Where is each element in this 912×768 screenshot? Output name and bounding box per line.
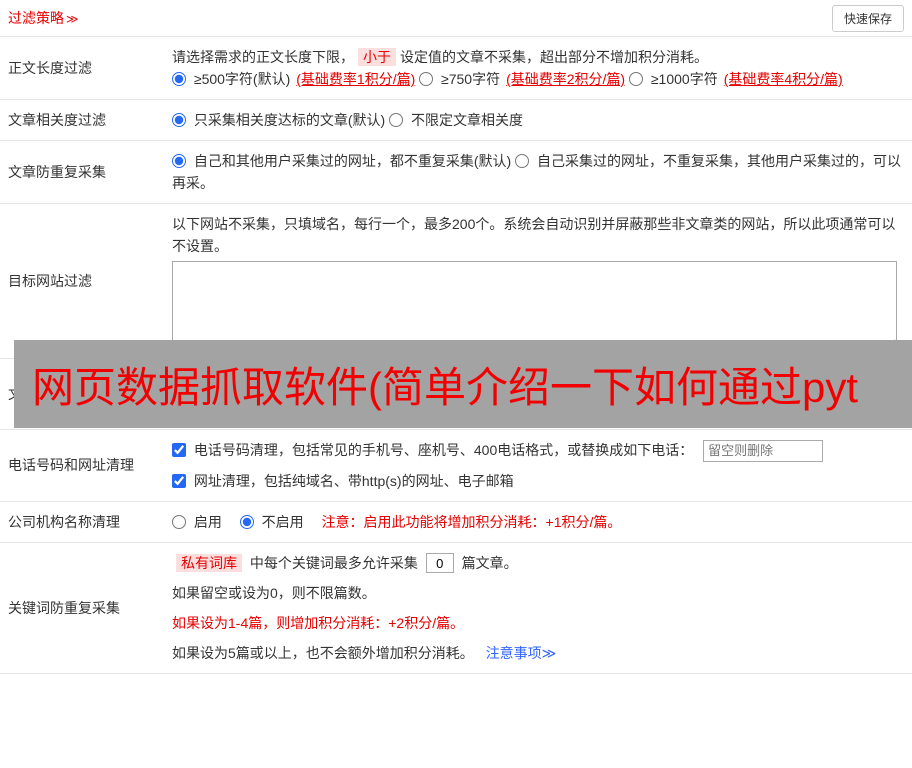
row-label-company-clean: 公司机构名称清理 — [0, 502, 172, 542]
intro-text: 请选择需求的正文长度下限，小于设定值的文章不采集，超出部分不增加积分消耗。 — [172, 46, 904, 68]
checkbox-input-phone-clean[interactable] — [172, 443, 186, 457]
quick-save-button[interactable]: 快速保存 — [832, 5, 904, 32]
row-content: 电话号码清理，包括常见的手机号、座机号、400电话格式，或替换成如下电话： 网址… — [172, 430, 912, 501]
radio-option-relevance-no[interactable]: 不限定文章相关度 — [389, 112, 523, 128]
radio-option-750chars[interactable]: ≥750字符 (基础费率2积分/篇) — [419, 71, 629, 87]
checkbox-input-url-clean[interactable] — [172, 474, 186, 488]
row-content: 请选择需求的正文长度下限，小于设定值的文章不采集，超出部分不增加积分消耗。 ≥5… — [172, 37, 912, 99]
option-label: ≥500字符(默认) — [194, 71, 290, 87]
radio-input-relevance-no[interactable] — [389, 113, 403, 127]
toolbar: 过滤策略≫ 快速保存 — [0, 0, 912, 37]
row-content: 以下网站不采集，只填域名，每行一个，最多200个。系统会自动识别并屏蔽那些非文章… — [172, 204, 912, 358]
option-rate-note: (基础费率1积分/篇) — [296, 71, 415, 87]
row-label-keyword-dedup: 关键词防重复采集 — [0, 543, 172, 673]
target-site-description: 以下网站不采集，只填域名，每行一个，最多200个。系统会自动识别并屏蔽那些非文章… — [172, 213, 904, 257]
keyword-note-zero: 如果留空或设为0，则不限篇数。 — [172, 582, 904, 604]
radio-input-500chars[interactable] — [172, 72, 186, 86]
radio-option-company-off[interactable]: 不启用 — [240, 514, 308, 530]
row-company-clean: 公司机构名称清理 启用 不启用 注意：启用此功能将增加积分消耗：+1积分/篇。 — [0, 502, 912, 543]
row-label-target-site: 目标网站过滤 — [0, 204, 172, 358]
option-label: 不启用 — [262, 514, 304, 530]
watermark-overlay: 网页数据抓取软件(简单介绍一下如何通过pyt — [14, 340, 912, 428]
page-title-text: 过滤策略 — [8, 10, 64, 26]
radio-option-500chars[interactable]: ≥500字符(默认) (基础费率1积分/篇) — [172, 71, 419, 87]
row-label-text: 正文长度过滤 — [8, 58, 92, 78]
radio-input-company-off[interactable] — [240, 515, 254, 529]
row-label-text: 关键词防重复采集 — [8, 598, 120, 618]
option-label: 网址清理，包括纯域名、带http(s)的网址、电子邮箱 — [194, 473, 514, 489]
notice-link[interactable]: 注意事项≫ — [486, 645, 557, 661]
row-label-relevance: 文章相关度过滤 — [0, 100, 172, 140]
row-relevance-filter: 文章相关度过滤 只采集相关度达标的文章(默认) 不限定文章相关度 — [0, 100, 912, 141]
radio-input-750chars[interactable] — [419, 72, 433, 86]
radio-input-dedup-self[interactable] — [515, 154, 529, 168]
row-target-site-filter: 目标网站过滤 以下网站不采集，只填域名，每行一个，最多200个。系统会自动识别并… — [0, 204, 912, 359]
row-phone-url-clean: 电话号码和网址清理 电话号码清理，包括常见的手机号、座机号、400电话格式，或替… — [0, 430, 912, 502]
radio-option-relevance-yes[interactable]: 只采集相关度达标的文章(默认) — [172, 112, 389, 128]
row-content: 启用 不启用 注意：启用此功能将增加积分消耗：+1积分/篇。 — [172, 502, 912, 542]
company-clean-warning: 注意：启用此功能将增加积分消耗：+1积分/篇。 — [322, 514, 622, 530]
row-label-dedup: 文章防重复采集 — [0, 141, 172, 203]
radio-input-1000chars[interactable] — [629, 72, 643, 86]
highlight-tag-lessthan: 小于 — [358, 48, 396, 66]
row-content: 自己和其他用户采集过的网址，都不重复采集(默认) 自己采集过的网址，不重复采集，… — [172, 141, 912, 203]
radio-option-dedup-all[interactable]: 自己和其他用户采集过的网址，都不重复采集(默认) — [172, 153, 515, 169]
row-label-text: 文章防重复采集 — [8, 162, 106, 182]
chevron-double-icon: ≫ — [66, 12, 79, 26]
option-label: ≥1000字符 — [651, 71, 718, 87]
option-label: ≥750字符 — [441, 71, 500, 87]
checkbox-option-url-clean[interactable]: 网址清理，包括纯域名、带http(s)的网址、电子邮箱 — [172, 473, 514, 489]
row-label-content-length: 正文长度过滤 — [0, 37, 172, 99]
option-label: 只采集相关度达标的文章(默认) — [194, 112, 385, 128]
row-label-phone-url: 电话号码和网址清理 — [0, 430, 172, 501]
radio-option-1000chars[interactable]: ≥1000字符 (基础费率4积分/篇) — [629, 71, 843, 87]
row-label-text: 公司机构名称清理 — [8, 512, 120, 532]
row-content: 只采集相关度达标的文章(默认) 不限定文章相关度 — [172, 100, 912, 140]
option-label: 不限定文章相关度 — [411, 112, 523, 128]
keyword-note-five: 如果设为5篇或以上，也不会额外增加积分消耗。 — [172, 645, 474, 661]
keyword-limit-input[interactable] — [426, 553, 454, 573]
option-label: 电话号码清理，包括常见的手机号、座机号、400电话格式，或替换成如下电话： — [194, 442, 693, 458]
row-content-length-filter: 正文长度过滤 请选择需求的正文长度下限，小于设定值的文章不采集，超出部分不增加积… — [0, 37, 912, 100]
option-rate-note: (基础费率4积分/篇) — [724, 71, 843, 87]
radio-option-company-on[interactable]: 启用 — [172, 514, 226, 530]
intro-before: 请选择需求的正文长度下限， — [172, 49, 354, 65]
keyword-note-cost: 如果设为1-4篇，则增加积分消耗：+2积分/篇。 — [172, 612, 904, 634]
watermark-text: 网页数据抓取软件(简单介绍一下如何通过pyt — [14, 354, 858, 415]
radio-input-company-on[interactable] — [172, 515, 186, 529]
option-rate-note: (基础费率2积分/篇) — [506, 71, 625, 87]
option-label: 自己和其他用户采集过的网址，都不重复采集(默认) — [194, 153, 511, 169]
row-label-text: 文章相关度过滤 — [8, 110, 106, 130]
checkbox-option-phone-clean[interactable]: 电话号码清理，包括常见的手机号、座机号、400电话格式，或替换成如下电话： — [172, 442, 697, 458]
keyword-limit-suffix: 篇文章。 — [462, 555, 518, 571]
radio-input-dedup-all[interactable] — [172, 154, 186, 168]
option-label: 启用 — [194, 514, 222, 530]
row-dedup-filter: 文章防重复采集 自己和其他用户采集过的网址，都不重复采集(默认) 自己采集过的网… — [0, 141, 912, 204]
row-label-text: 目标网站过滤 — [8, 271, 92, 291]
blocked-sites-textarea[interactable] — [172, 261, 897, 349]
highlight-tag-private-lexicon: 私有词库 — [176, 554, 242, 572]
replacement-phone-input[interactable] — [703, 440, 823, 462]
row-keyword-dedup: 关键词防重复采集 私有词库 中每个关键词最多允许采集 篇文章。 如果留空或设为0… — [0, 543, 912, 674]
row-content: 私有词库 中每个关键词最多允许采集 篇文章。 如果留空或设为0，则不限篇数。 如… — [172, 543, 912, 673]
intro-after: 设定值的文章不采集，超出部分不增加积分消耗。 — [400, 49, 708, 65]
radio-input-relevance-yes[interactable] — [172, 113, 186, 127]
keyword-limit-text: 中每个关键词最多允许采集 — [250, 555, 418, 571]
page-title[interactable]: 过滤策略≫ — [8, 8, 79, 28]
row-label-text: 电话号码和网址清理 — [8, 455, 134, 475]
